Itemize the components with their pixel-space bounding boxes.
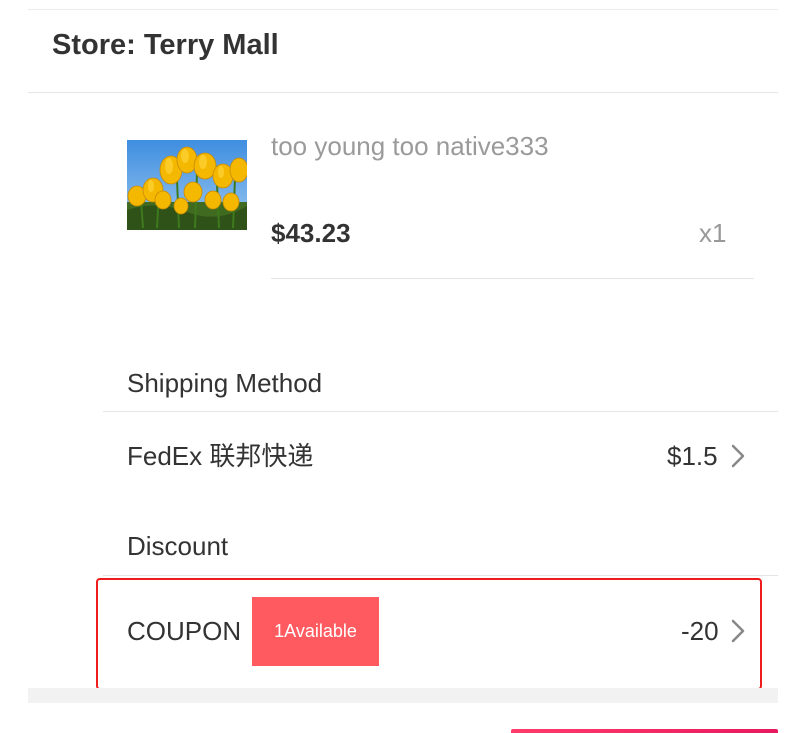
discount-heading: Discount [127,531,229,561]
tulip-photo-icon [127,140,247,230]
product-divider [271,278,754,279]
product-name[interactable]: too young too native333 [271,129,549,163]
section-separator [28,688,778,703]
store-title: Store: Terry Mall [52,29,279,61]
top-card-edge [28,0,778,10]
product-price: $43.23 [271,218,351,248]
shipping-price[interactable]: $1.5 [667,439,718,473]
shipping-method-heading: Shipping Method [127,368,323,398]
checkout-page: Store: Terry Mall too young too native33… [0,0,787,733]
discount-divider [103,575,778,576]
chevron-right-icon[interactable] [728,617,748,645]
submit-button-edge[interactable] [511,729,778,733]
chevron-right-icon[interactable] [728,442,748,470]
coupon-available-badge[interactable]: 1Available [252,597,379,666]
shipping-method-option[interactable]: FedEx 联邦快递 [127,439,313,473]
coupon-discount-value[interactable]: -20 [681,614,719,648]
shipping-divider [103,411,778,412]
product-quantity: x1 [699,218,727,248]
product-image[interactable] [127,140,247,230]
store-divider [28,92,778,93]
coupon-label[interactable]: COUPON [127,614,241,648]
